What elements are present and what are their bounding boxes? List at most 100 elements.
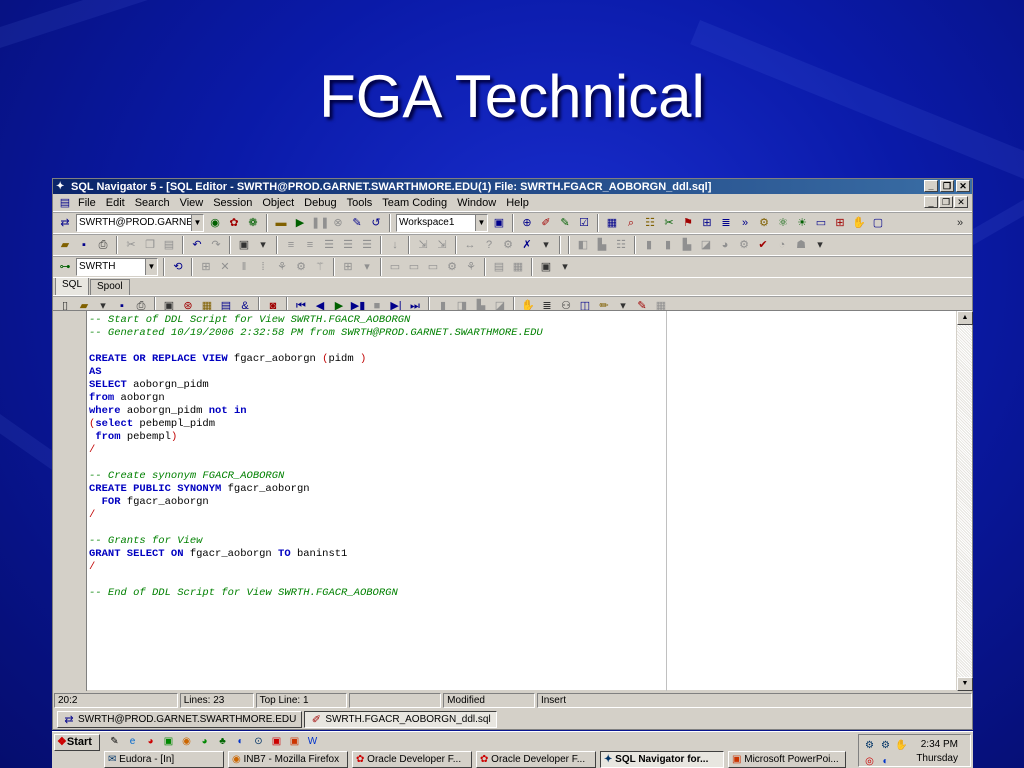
network-icon[interactable]: ❁: [245, 215, 261, 231]
code-area[interactable]: -- Start of DDL Script for View SWRTH.FG…: [89, 314, 664, 689]
disconnect-icon[interactable]: ✿: [226, 215, 242, 231]
tray-icon-5[interactable]: ◐: [878, 754, 893, 768]
plan-icon[interactable]: ⚙: [756, 215, 772, 231]
output-icon[interactable]: ▣: [538, 259, 554, 275]
bookmark-next-icon[interactable]: ⇲: [434, 237, 450, 253]
settings-icon[interactable]: ⚙: [500, 237, 516, 253]
execute-icon[interactable]: ▶: [292, 215, 308, 231]
comment-icon[interactable]: ☰: [321, 237, 337, 253]
profile-icon[interactable]: ⚘: [274, 259, 290, 275]
pause-icon[interactable]: ❚❚: [311, 215, 329, 231]
web-icon[interactable]: ☀: [794, 215, 810, 231]
code-line[interactable]: CREATE OR REPLACE VIEW fgacr_aoborgn (pi…: [89, 353, 664, 366]
menu-tools[interactable]: Tools: [342, 197, 378, 209]
indent-icon[interactable]: ≡: [283, 237, 299, 253]
diagram-icon[interactable]: ⊞: [699, 215, 715, 231]
chevron-down-icon[interactable]: ▼: [475, 215, 487, 231]
scroll-up-icon[interactable]: ▲: [957, 311, 973, 325]
taskbar-eudora[interactable]: ✉ Eudora - [In]: [104, 751, 224, 768]
select-block-icon[interactable]: ▣: [236, 237, 252, 253]
menu-view[interactable]: View: [175, 197, 209, 209]
forward-icon[interactable]: »: [737, 215, 753, 231]
structure-icon[interactable]: ≣: [718, 215, 734, 231]
uncomment-icon[interactable]: ☰: [340, 237, 356, 253]
code-line[interactable]: FOR fgacr_aoborgn: [89, 496, 664, 509]
doc-tab-sql-file[interactable]: ✐ SWRTH.FGACR_AOBORGN_ddl.sql: [304, 711, 497, 728]
pane-divider[interactable]: [666, 311, 667, 691]
tab-sql[interactable]: SQL: [55, 277, 90, 295]
db-explorer-icon[interactable]: ⊕: [519, 215, 535, 231]
mdi-minimize-button[interactable]: _: [924, 196, 938, 208]
format-icon[interactable]: ☰: [359, 237, 375, 253]
describe-icon[interactable]: ✎: [557, 215, 573, 231]
form-icon[interactable]: ▭: [813, 215, 829, 231]
quick-launch-icon-9[interactable]: ⊙: [251, 734, 266, 749]
object-icon-8[interactable]: ◕: [717, 237, 733, 253]
restore-button[interactable]: ❐: [940, 180, 954, 192]
session-icon[interactable]: ◉: [207, 215, 223, 231]
check-icon[interactable]: ☑: [576, 215, 592, 231]
code-line[interactable]: where aoborgn_pidm not in: [89, 405, 664, 418]
code-line[interactable]: [89, 340, 664, 353]
menu-search[interactable]: Search: [130, 197, 175, 209]
object-icon-2[interactable]: ▙: [594, 237, 610, 253]
overflow-icon[interactable]: »: [952, 215, 968, 231]
code-line[interactable]: [89, 457, 664, 470]
stop-icon[interactable]: ⊗: [330, 215, 346, 231]
close-button[interactable]: ✕: [956, 180, 970, 192]
export-icon[interactable]: ⚛: [775, 215, 791, 231]
taskbar-powerpoint[interactable]: ▣ Microsoft PowerPoi...: [728, 751, 846, 768]
chevron-down-icon[interactable]: ▼: [191, 215, 203, 231]
cut-icon[interactable]: ✂: [123, 237, 139, 253]
code-test-icon[interactable]: ✂: [661, 215, 677, 231]
quick-launch-icon-1[interactable]: ✎: [107, 734, 122, 749]
object-icon-4[interactable]: ▮: [641, 237, 657, 253]
code-line[interactable]: SELECT aoborgn_pidm: [89, 379, 664, 392]
edit-object-icon[interactable]: ✐: [538, 215, 554, 231]
save-icon[interactable]: ▪: [76, 237, 92, 253]
variables-icon[interactable]: ✗: [519, 237, 535, 253]
report-icon-7[interactable]: ▦: [510, 259, 526, 275]
grid-icon[interactable]: ▦: [604, 215, 620, 231]
chevron-down-icon[interactable]: ▾: [557, 259, 573, 275]
goto-icon[interactable]: ↔: [462, 237, 478, 253]
code-line[interactable]: from pebempl): [89, 431, 664, 444]
object-icon-5[interactable]: ▮: [660, 237, 676, 253]
explain-icon[interactable]: ⊞: [198, 259, 214, 275]
xml-icon[interactable]: ✕: [217, 259, 233, 275]
title-bar[interactable]: ✦ SQL Navigator 5 - [SQL Editor - SWRTH@…: [53, 179, 972, 194]
paste-icon[interactable]: ▤: [161, 237, 177, 253]
tree-icon[interactable]: ☷: [642, 215, 658, 231]
report-icon-6[interactable]: ▤: [491, 259, 507, 275]
menu-debug[interactable]: Debug: [299, 197, 341, 209]
powerpoint-icon[interactable]: ▣: [287, 734, 302, 749]
quick-launch-icon-3[interactable]: ◕: [143, 734, 158, 749]
compile-icon[interactable]: ✔: [755, 237, 771, 253]
code-line[interactable]: -- Start of DDL Script for View SWRTH.FG…: [89, 314, 664, 327]
object-icon-9[interactable]: ⚙: [736, 237, 752, 253]
code-line[interactable]: from aoborgn: [89, 392, 664, 405]
wizard-icon[interactable]: ⟲: [170, 259, 186, 275]
code-line[interactable]: AS: [89, 366, 664, 379]
debug-icon[interactable]: ⁞: [255, 259, 271, 275]
menu-session[interactable]: Session: [208, 197, 257, 209]
quick-launch-icon-6[interactable]: ◕: [197, 734, 212, 749]
report-icon-3[interactable]: ▭: [425, 259, 441, 275]
object-icon-7[interactable]: ◪: [698, 237, 714, 253]
code-line[interactable]: GRANT SELECT ON fgacr_aoborgn TO baninst…: [89, 548, 664, 561]
undo-icon[interactable]: ↶: [189, 237, 205, 253]
code-line[interactable]: /: [89, 509, 664, 522]
window-icon[interactable]: ▢: [870, 215, 886, 231]
ie-icon[interactable]: e: [125, 734, 140, 749]
open-icon[interactable]: ▰: [57, 237, 73, 253]
object-icon-6[interactable]: ▙: [679, 237, 695, 253]
code-line[interactable]: -- Generated 10/19/2006 2:32:58 PM from …: [89, 327, 664, 340]
connection-combo[interactable]: SWRTH@PROD.GARNET ▼: [76, 214, 204, 232]
vertical-scrollbar[interactable]: ▲ ▼: [956, 311, 973, 691]
tray-icon-2[interactable]: ⚙: [878, 738, 893, 753]
tray-icon-4[interactable]: ◎: [862, 754, 877, 768]
schema-combo[interactable]: SWRTH ▼: [76, 258, 158, 276]
tools-icon[interactable]: ✋: [851, 215, 867, 231]
tray-icon-1[interactable]: ⚙: [862, 738, 877, 753]
taskbar-sql-navigator[interactable]: ✦ SQL Navigator for...: [600, 751, 724, 768]
